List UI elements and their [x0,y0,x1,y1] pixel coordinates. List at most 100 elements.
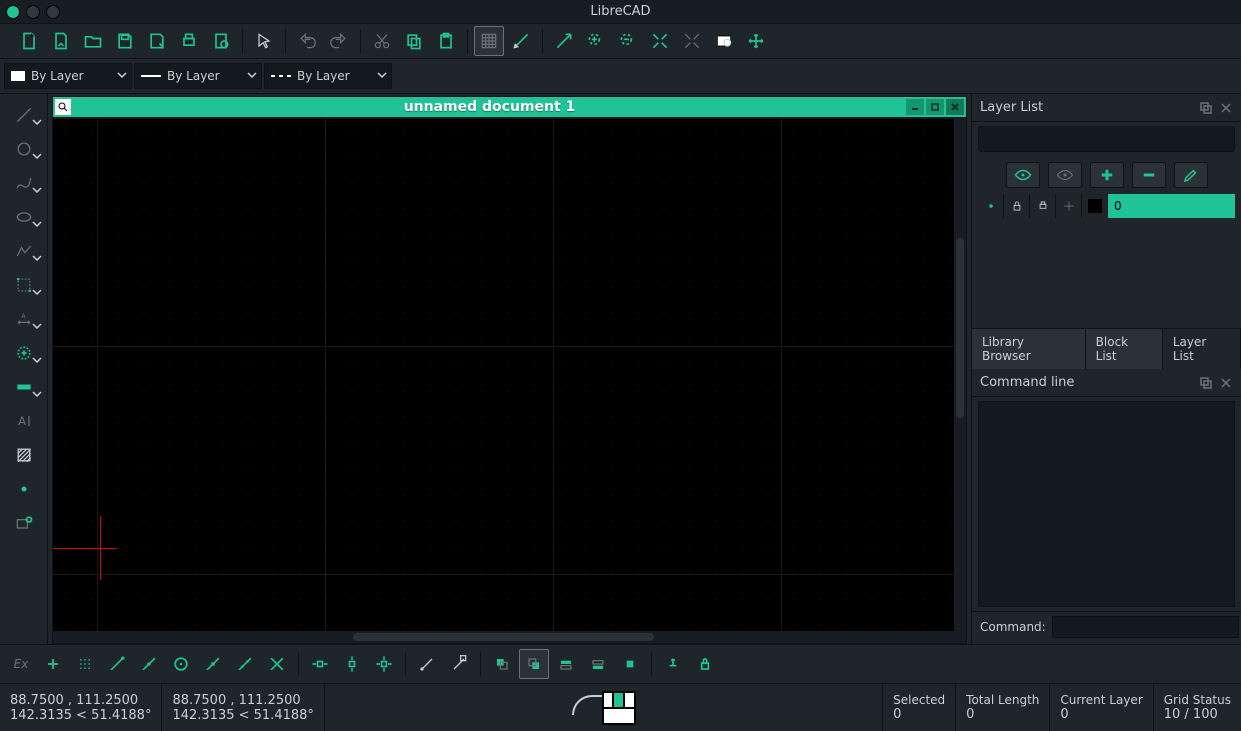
tool-ellipse[interactable] [4,200,44,234]
move-to-top-button[interactable] [487,649,517,679]
layer-hide-all-button[interactable] [1048,162,1082,188]
panel-close-icon[interactable] [1219,101,1233,115]
unlock-direction-button[interactable] [658,649,688,679]
raise-button[interactable] [551,649,581,679]
lock-direction-button[interactable] [690,649,720,679]
file-open-button[interactable] [78,26,108,56]
snap-free-button[interactable] [38,649,68,679]
layer-name[interactable]: 0 [1108,194,1235,218]
snap-intersection-button[interactable] [262,649,292,679]
right-dock-tabs: Library Browser Block List Layer List [972,328,1241,369]
linetype-combo[interactable]: By Layer [264,63,392,89]
doc-maximize-button[interactable] [926,99,944,115]
panel-float-icon[interactable] [1199,101,1213,115]
main-area: A A unnamed document 1 [0,94,1241,644]
undo-button[interactable] [292,26,322,56]
redo-button[interactable] [324,26,354,56]
tool-hatch[interactable] [4,438,44,472]
tool-point[interactable] [4,472,44,506]
restrict-orthogonal-button[interactable] [337,649,367,679]
tool-curve[interactable] [4,166,44,200]
chevron-down-icon [32,354,42,368]
cut-button[interactable] [367,26,397,56]
window-minimize-button[interactable] [26,5,40,19]
zoom-redraw-button[interactable] [549,26,579,56]
zoom-previous-button[interactable] [677,26,707,56]
tab-library-browser[interactable]: Library Browser [972,329,1086,369]
canvas-scrollbar-horizontal[interactable] [53,631,954,643]
lock-relative-zero-button[interactable] [444,649,474,679]
zoom-in-button[interactable] [581,26,611,56]
layer-show-all-button[interactable] [1006,162,1040,188]
layer-construction-icon[interactable] [1056,194,1082,218]
file-print-button[interactable] [174,26,204,56]
commandline-prompt: Command: [980,620,1046,634]
commandline-output [978,401,1235,607]
snap-grid-button[interactable] [70,649,100,679]
chevron-down-icon [247,69,257,83]
tab-layer-list[interactable]: Layer List [1163,329,1241,369]
linewidth-combo[interactable]: By Layer [134,63,262,89]
zoom-window-button[interactable] [709,26,739,56]
origin-axis-y [100,516,101,580]
chevron-down-icon [117,69,127,83]
snap-center-button[interactable] [166,649,196,679]
layer-print-icon[interactable] [1030,194,1056,218]
snap-endpoint-button[interactable] [102,649,132,679]
layer-filter-input[interactable] [978,126,1235,152]
restrict-nothing-button[interactable] [305,649,335,679]
file-print-preview-button[interactable] [206,26,236,56]
tool-polyline[interactable] [4,234,44,268]
layer-visibility-icon[interactable] [978,194,1004,218]
drawing-canvas[interactable] [52,118,967,644]
layer-add-button[interactable] [1090,162,1124,188]
layer-remove-button[interactable] [1132,162,1166,188]
toggle-draft-button[interactable] [506,26,536,56]
chevron-down-icon [377,69,387,83]
snap-on-entity-button[interactable] [134,649,164,679]
tool-select[interactable] [4,268,44,302]
move-to-bottom-button[interactable] [519,649,549,679]
tool-circle[interactable] [4,132,44,166]
tool-dimension[interactable]: A [4,302,44,336]
color-combo-label: By Layer [31,69,84,83]
panel-close-icon[interactable] [1219,376,1233,390]
snap-distance-button[interactable] [230,649,260,679]
exclusive-snap-button[interactable]: Ex [6,657,36,671]
doc-minimize-button[interactable] [906,99,924,115]
layer-row[interactable]: 0 [978,194,1235,218]
panel-float-icon[interactable] [1199,376,1213,390]
window-close-button[interactable] [6,5,20,19]
copy-button[interactable] [399,26,429,56]
file-save-button[interactable] [110,26,140,56]
tab-block-list[interactable]: Block List [1086,329,1163,369]
color-combo[interactable]: By Layer [4,63,132,89]
document-titlebar[interactable]: unnamed document 1 [52,96,967,118]
set-relative-zero-button[interactable] [412,649,442,679]
zoom-auto-button[interactable] [645,26,675,56]
select-pointer-button[interactable] [249,26,279,56]
canvas-scrollbar-vertical[interactable] [954,118,966,643]
commandline-input[interactable] [1052,616,1239,638]
restrict-horizontal-button[interactable] [369,649,399,679]
lower-button[interactable] [583,649,613,679]
zoom-pan-button[interactable] [741,26,771,56]
toggle-grid-button[interactable] [474,26,504,56]
snap-middle-button[interactable] [198,649,228,679]
layer-lock-icon[interactable] [1004,194,1030,218]
file-new-button[interactable] [14,26,44,56]
tool-mtext[interactable]: A [4,404,44,438]
window-maximize-button[interactable] [46,5,60,19]
layer-edit-button[interactable] [1174,162,1208,188]
tool-modify[interactable] [4,336,44,370]
zoom-out-button[interactable] [613,26,643,56]
tool-info[interactable] [4,370,44,404]
doc-close-button[interactable] [946,99,964,115]
layer-color-swatch[interactable] [1082,194,1108,218]
tool-line[interactable] [4,98,44,132]
file-save-as-button[interactable] [142,26,172,56]
paste-button[interactable] [431,26,461,56]
tool-image-insert[interactable] [4,506,44,540]
file-new-from-template-button[interactable] [46,26,76,56]
raise-lower-middle-button[interactable] [615,649,645,679]
